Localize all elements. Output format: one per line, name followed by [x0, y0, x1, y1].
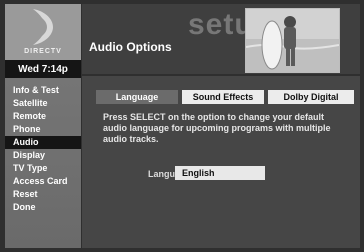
- sidebar-item-satellite[interactable]: Satellite: [5, 97, 81, 110]
- clock: Wed 7:14p: [5, 60, 81, 78]
- content-panel: Language Sound Effects Dolby Digital Pre…: [82, 76, 360, 248]
- sidebar-item-display[interactable]: Display: [5, 149, 81, 162]
- language-selector[interactable]: English: [175, 166, 265, 180]
- sidebar-item-info-test[interactable]: Info & Test: [5, 84, 81, 97]
- sidebar-item-tv-type[interactable]: TV Type: [5, 162, 81, 175]
- help-text: Press SELECT on the option to change you…: [103, 112, 331, 144]
- tab-sound-effects[interactable]: Sound Effects: [182, 90, 264, 104]
- sidebar: DIRECTV Wed 7:14p Info & Test Satellite …: [5, 4, 81, 248]
- directv-logo-icon: [33, 9, 53, 45]
- surfer-image: [246, 9, 339, 72]
- brand-name: DIRECTV: [24, 48, 62, 55]
- sidebar-item-reset[interactable]: Reset: [5, 188, 81, 201]
- sidebar-item-access-card[interactable]: Access Card: [5, 175, 81, 188]
- tab-bar: Language Sound Effects Dolby Digital: [96, 90, 354, 104]
- sidebar-item-done[interactable]: Done: [5, 201, 81, 214]
- sidebar-item-audio[interactable]: Audio: [5, 136, 81, 149]
- sidebar-item-remote[interactable]: Remote: [5, 110, 81, 123]
- tab-dolby-digital[interactable]: Dolby Digital: [268, 90, 354, 104]
- setup-screen: DIRECTV Wed 7:14p Info & Test Satellite …: [0, 0, 364, 252]
- logo-area: DIRECTV: [5, 4, 81, 60]
- header: setup Audio Options: [82, 4, 360, 74]
- tab-language[interactable]: Language: [96, 90, 178, 104]
- sidebar-menu: Info & Test Satellite Remote Phone Audio…: [5, 84, 81, 214]
- page-title: Audio Options: [89, 40, 172, 54]
- surfer-photo: [245, 8, 340, 73]
- sidebar-item-phone[interactable]: Phone: [5, 123, 81, 136]
